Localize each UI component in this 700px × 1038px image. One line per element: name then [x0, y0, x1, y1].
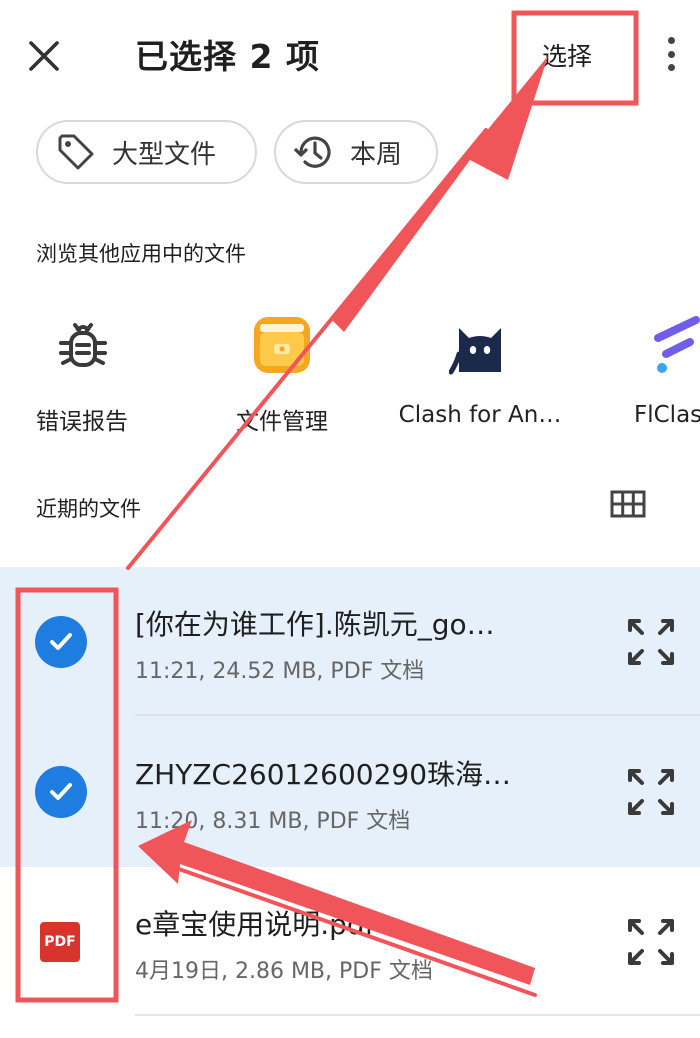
expand-icon[interactable] [624, 615, 678, 669]
close-icon [29, 41, 59, 71]
checked-icon[interactable] [35, 766, 87, 818]
row-divider [135, 1014, 700, 1016]
page-title: 已选择 2 项 [135, 37, 320, 76]
checked-icon[interactable] [35, 616, 87, 668]
flclash-icon [652, 310, 700, 380]
expand-icon[interactable] [624, 765, 678, 819]
app-tile-file-manager[interactable]: 文件管理 [232, 310, 332, 436]
folder-wallet-icon [247, 310, 317, 380]
file-name: ZHYZC26012600290珠海… [135, 758, 512, 791]
expand-icon[interactable] [624, 915, 678, 969]
pdf-file-icon: PDF [40, 922, 80, 962]
file-meta: 11:21, 24.52 MB, PDF 文档 [135, 659, 425, 684]
file-name: e章宝使用说明.pdf [135, 908, 375, 941]
chip-large-files[interactable]: 大型文件 [36, 120, 257, 184]
chip-label: 大型文件 [112, 139, 217, 170]
grid-view-icon [610, 490, 646, 518]
tag-icon [54, 130, 98, 174]
file-row-selected[interactable]: ZHYZC26012600290珠海… 11:20, 8.31 MB, PDF … [0, 717, 700, 867]
browse-section-title: 浏览其他应用中的文件 [36, 242, 246, 266]
file-meta: 11:20, 8.31 MB, PDF 文档 [135, 809, 411, 834]
bug-icon [48, 310, 118, 380]
history-icon [292, 130, 336, 174]
annotation-arrow-up [332, 56, 548, 332]
chip-label: 本周 [350, 139, 403, 170]
black-cat-icon [445, 310, 515, 380]
app-label: FlClas [634, 402, 700, 428]
file-row-selected[interactable]: [你在为谁工作].陈凯元_go… 11:21, 24.52 MB, PDF 文档 [0, 567, 700, 717]
app-label: 文件管理 [236, 409, 328, 435]
row-divider [135, 714, 700, 716]
app-label: Clash for An… [398, 402, 562, 428]
recent-section-title: 近期的文件 [36, 497, 141, 521]
more-vert-icon [667, 37, 675, 44]
app-label: 错误报告 [36, 409, 128, 435]
select-button[interactable]: 选择 [542, 37, 592, 73]
chip-this-week[interactable]: 本周 [274, 120, 438, 184]
close-button[interactable] [22, 34, 66, 78]
app-tile-flclash[interactable]: FlClas [634, 310, 700, 428]
file-name: [你在为谁工作].陈凯元_go… [135, 608, 495, 641]
file-meta: 4月19日, 2.86 MB, PDF 文档 [135, 959, 433, 984]
more-options-button[interactable] [656, 33, 686, 75]
file-row[interactable]: PDF e章宝使用说明.pdf 4月19日, 2.86 MB, PDF 文档 [0, 867, 700, 1017]
app-tile-clash[interactable]: Clash for An… [398, 310, 562, 428]
app-tile-bug-report[interactable]: 错误报告 [36, 310, 136, 436]
grid-view-toggle[interactable] [606, 486, 650, 522]
